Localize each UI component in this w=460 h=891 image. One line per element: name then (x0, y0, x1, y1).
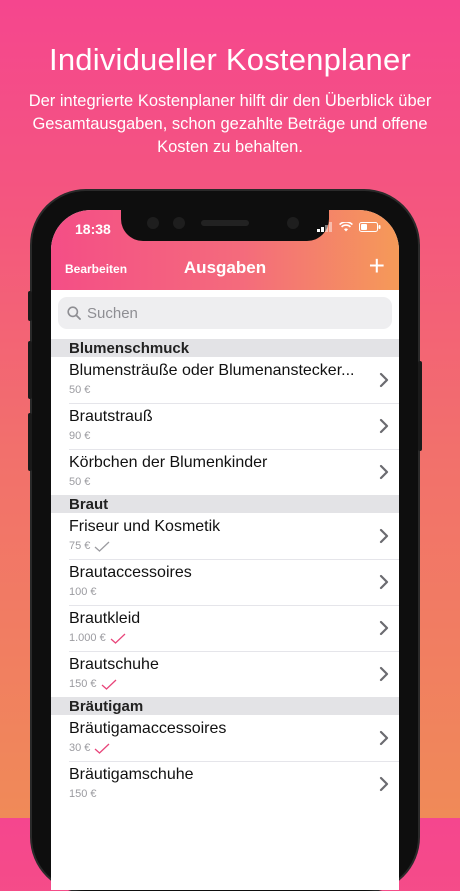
section-header: Blumenschmuck (51, 339, 399, 357)
camera-icon (147, 217, 159, 229)
phone-frame: 18:38 Bearbeiten Ausgaben + Suchen Blume… (28, 191, 422, 891)
search-bar[interactable]: Suchen (58, 297, 392, 329)
paid-check-icon (110, 633, 126, 644)
item-amount: 30 € (69, 742, 91, 754)
item-amount: 50 € (69, 476, 91, 488)
page-title: Ausgaben (183, 258, 267, 277)
item-name: Körbchen der Blumenkinder (69, 454, 268, 471)
paid-check-icon (94, 541, 110, 552)
item-amount-line: 1.000 € (69, 632, 126, 644)
list-item[interactable]: Bräutigamschuhe 150 € (51, 761, 399, 807)
status-icons (317, 222, 381, 232)
phone-volume-down (28, 413, 32, 471)
paid-check-icon (101, 679, 116, 690)
search-placeholder: Suchen (87, 304, 138, 322)
chevron-right-icon (379, 730, 389, 746)
list-item[interactable]: Brautstrauß 90 € (51, 403, 399, 449)
item-name: Bräutigamschuhe (69, 766, 194, 783)
sensor-icon (173, 217, 185, 229)
item-amount: 90 € (69, 430, 91, 442)
item-amount: 1.000 € (69, 632, 106, 644)
list-item[interactable]: Bräutigamaccessoires 30 € (51, 715, 399, 761)
list-item[interactable]: Brautaccessoires 100 € (51, 559, 399, 605)
chevron-right-icon (379, 372, 389, 388)
item-amount-line: 50 € (69, 476, 90, 488)
chevron-right-icon (379, 666, 389, 682)
subline: Der integrierte Kostenplaner hilft dir d… (28, 92, 432, 156)
chevron-right-icon (379, 574, 389, 590)
search-icon (67, 306, 81, 320)
list-item[interactable]: Blumensträuße oder Blumenanstecker... 50… (51, 357, 399, 403)
wifi-icon (339, 222, 353, 232)
list-item[interactable]: Körbchen der Blumenkinder 50 € (51, 449, 399, 495)
chevron-right-icon (379, 528, 389, 544)
item-name: Bräutigamaccessoires (69, 720, 227, 737)
item-amount-line: 50 € (69, 384, 90, 396)
item-name: Friseur und Kosmetik (69, 518, 221, 535)
item-amount-line: 150 € (69, 678, 117, 690)
item-amount-line: 100 € (69, 586, 97, 598)
notch (121, 210, 329, 241)
speaker-grille (201, 220, 249, 226)
item-amount: 75 € (69, 540, 91, 552)
list-item[interactable]: Brautschuhe 150 € (51, 651, 399, 697)
add-button[interactable]: + (369, 252, 385, 280)
item-amount: 150 € (69, 678, 97, 690)
item-name: Brautstrauß (69, 408, 153, 425)
front-camera-icon (287, 217, 299, 229)
section-header: Bräutigam (51, 697, 399, 715)
phone-power-button (418, 361, 422, 451)
item-name: Brautschuhe (69, 656, 159, 673)
paid-check-icon (94, 743, 110, 754)
list-item[interactable]: Friseur und Kosmetik 75 € (51, 513, 399, 559)
section-header: Braut (51, 495, 399, 513)
item-amount-line: 90 € (69, 430, 90, 442)
item-name: Blumensträuße oder Blumenanstecker... (69, 362, 355, 379)
phone-volume-up (28, 341, 32, 399)
chevron-right-icon (379, 776, 389, 792)
headline: Individueller Kostenplaner (49, 42, 411, 77)
item-amount-line: 150 € (69, 788, 97, 800)
phone-side-button (28, 291, 32, 321)
list-item[interactable]: Brautkleid 1.000 € (51, 605, 399, 651)
item-name: Brautkleid (69, 610, 141, 627)
item-name: Brautaccessoires (69, 564, 192, 581)
navigation-bar: 18:38 Bearbeiten Ausgaben + (51, 210, 399, 290)
chevron-right-icon (379, 620, 389, 636)
item-amount: 100 € (69, 586, 97, 598)
status-time: 18:38 (75, 221, 111, 237)
item-amount: 150 € (69, 788, 97, 800)
item-amount-line: 75 € (69, 540, 110, 552)
chevron-right-icon (379, 418, 389, 434)
battery-icon (359, 222, 381, 232)
item-amount-line: 30 € (69, 742, 110, 754)
item-amount: 50 € (69, 384, 91, 396)
app-screen: 18:38 Bearbeiten Ausgaben + Suchen Blume… (51, 210, 399, 890)
expense-list: Blumenschmuck Blumensträuße oder Blumena… (51, 339, 399, 807)
chevron-right-icon (379, 464, 389, 480)
signal-icon (317, 222, 332, 232)
